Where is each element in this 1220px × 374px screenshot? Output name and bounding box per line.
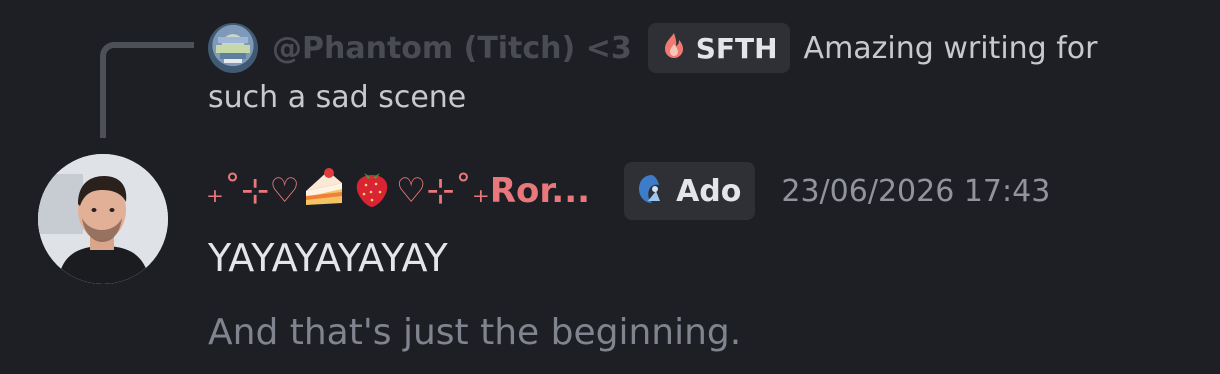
username-deco-left: ₊˚⊹♡ — [206, 171, 300, 211]
strawberry-icon — [350, 165, 394, 218]
username-text: Ror... — [489, 171, 591, 211]
reply-connector — [100, 42, 194, 138]
reply-reference[interactable]: @Phantom (Titch) <3 SFTH Amazing writing… — [208, 20, 1098, 76]
reply-tag-label: SFTH — [695, 31, 778, 65]
ado-guild-icon — [634, 171, 670, 211]
reply-preview[interactable]: Amazing writing for — [804, 31, 1098, 66]
user-avatar[interactable] — [38, 154, 168, 284]
reply-avatar[interactable] — [208, 23, 258, 73]
reply-guild-tag[interactable]: SFTH — [647, 23, 790, 73]
guild-tag[interactable]: Ado — [624, 162, 756, 220]
message-line: YAYAYAYAYAY — [208, 236, 448, 280]
flame-icon — [658, 30, 690, 66]
reply-author[interactable]: @Phantom (Titch) <3 — [272, 31, 632, 66]
username-deco-right: ♡⊹˚₊ — [395, 171, 490, 211]
cake-icon — [302, 165, 346, 218]
message-line: And that's just the beginning. — [208, 312, 742, 353]
guild-tag-label: Ado — [676, 173, 742, 209]
username[interactable]: ₊˚⊹♡ ♡⊹˚₊ Ror... — [206, 165, 590, 218]
timestamp[interactable]: 23/06/2026 17:43 — [781, 174, 1050, 209]
reply-preview-continued[interactable]: such a sad scene — [208, 80, 466, 115]
chat-message: @Phantom (Titch) <3 SFTH Amazing writing… — [0, 0, 1220, 374]
message-header: ₊˚⊹♡ ♡⊹˚₊ Ror... Ado 23/06/2026 17:43 — [206, 160, 1050, 222]
